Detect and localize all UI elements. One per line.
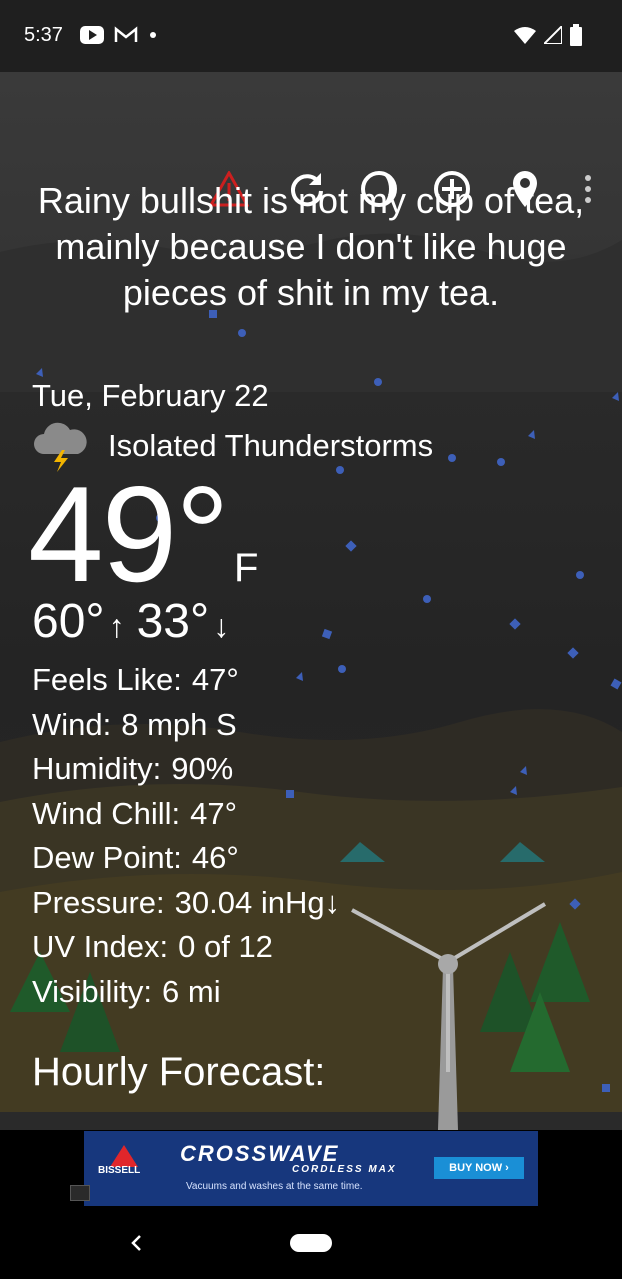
- detail-uv-index: UV Index: 0 of 12: [32, 929, 273, 964]
- temperature-unit: F: [234, 546, 259, 590]
- status-time: 5:37: [24, 24, 63, 46]
- detail-dew-point: Dew Point: 46°: [32, 840, 239, 875]
- navigation-bar: [0, 1212, 622, 1279]
- high-arrow-icon: ↑: [108, 608, 125, 644]
- ad-description: Vacuums and washes at the same time.: [186, 1181, 363, 1192]
- ad-banner[interactable]: BISSELL CROSSWAVE CORDLESS MAX Vacuums a…: [84, 1131, 538, 1206]
- dot-icon: [150, 32, 156, 38]
- status-bar: 5:37: [0, 0, 622, 72]
- brand-logo-icon: [110, 1145, 138, 1167]
- weather-quote: Rainy bullshit is not my cup of tea, mai…: [37, 180, 585, 313]
- home-button[interactable]: [290, 1234, 332, 1252]
- detail-humidity: Humidity: 90%: [32, 751, 234, 786]
- ad-brand: BISSELL: [98, 1165, 141, 1176]
- detail-wind: Wind: 8 mph S: [32, 706, 237, 742]
- forecast-date: Tue, February 22: [32, 378, 269, 413]
- back-icon[interactable]: [124, 1228, 148, 1258]
- youtube-icon: [80, 26, 104, 44]
- weather-details: Feels Like: 47° Wind: 8 mph S Humidity: 90%…: [32, 658, 340, 1014]
- ad-cta-button[interactable]: BUY NOW ›: [434, 1157, 524, 1179]
- adchoices-icon[interactable]: [70, 1185, 90, 1201]
- battery-icon: [570, 24, 582, 46]
- gmail-icon: [114, 26, 138, 42]
- low-temp: 33°: [136, 595, 210, 648]
- low-arrow-icon: ↓: [213, 608, 230, 644]
- ad-subtitle: CORDLESS MAX: [292, 1164, 397, 1175]
- signal-icon: [544, 26, 562, 44]
- high-temp: 60°: [32, 595, 105, 648]
- wifi-icon: [514, 27, 536, 44]
- hourly-forecast-heading: Hourly Forecast:: [32, 1050, 326, 1094]
- detail-wind-chill: Wind Chill: 47°: [32, 795, 238, 831]
- detail-pressure: Pressure: 30.04 inHg↓: [32, 884, 341, 920]
- current-temperature: 49°: [28, 458, 230, 610]
- detail-feels-like: Feels Like: 47°: [32, 662, 239, 697]
- detail-visibility: Visibility: 6 mi: [32, 973, 221, 1009]
- high-low: 60° ↑ 33° ↓: [32, 596, 241, 652]
